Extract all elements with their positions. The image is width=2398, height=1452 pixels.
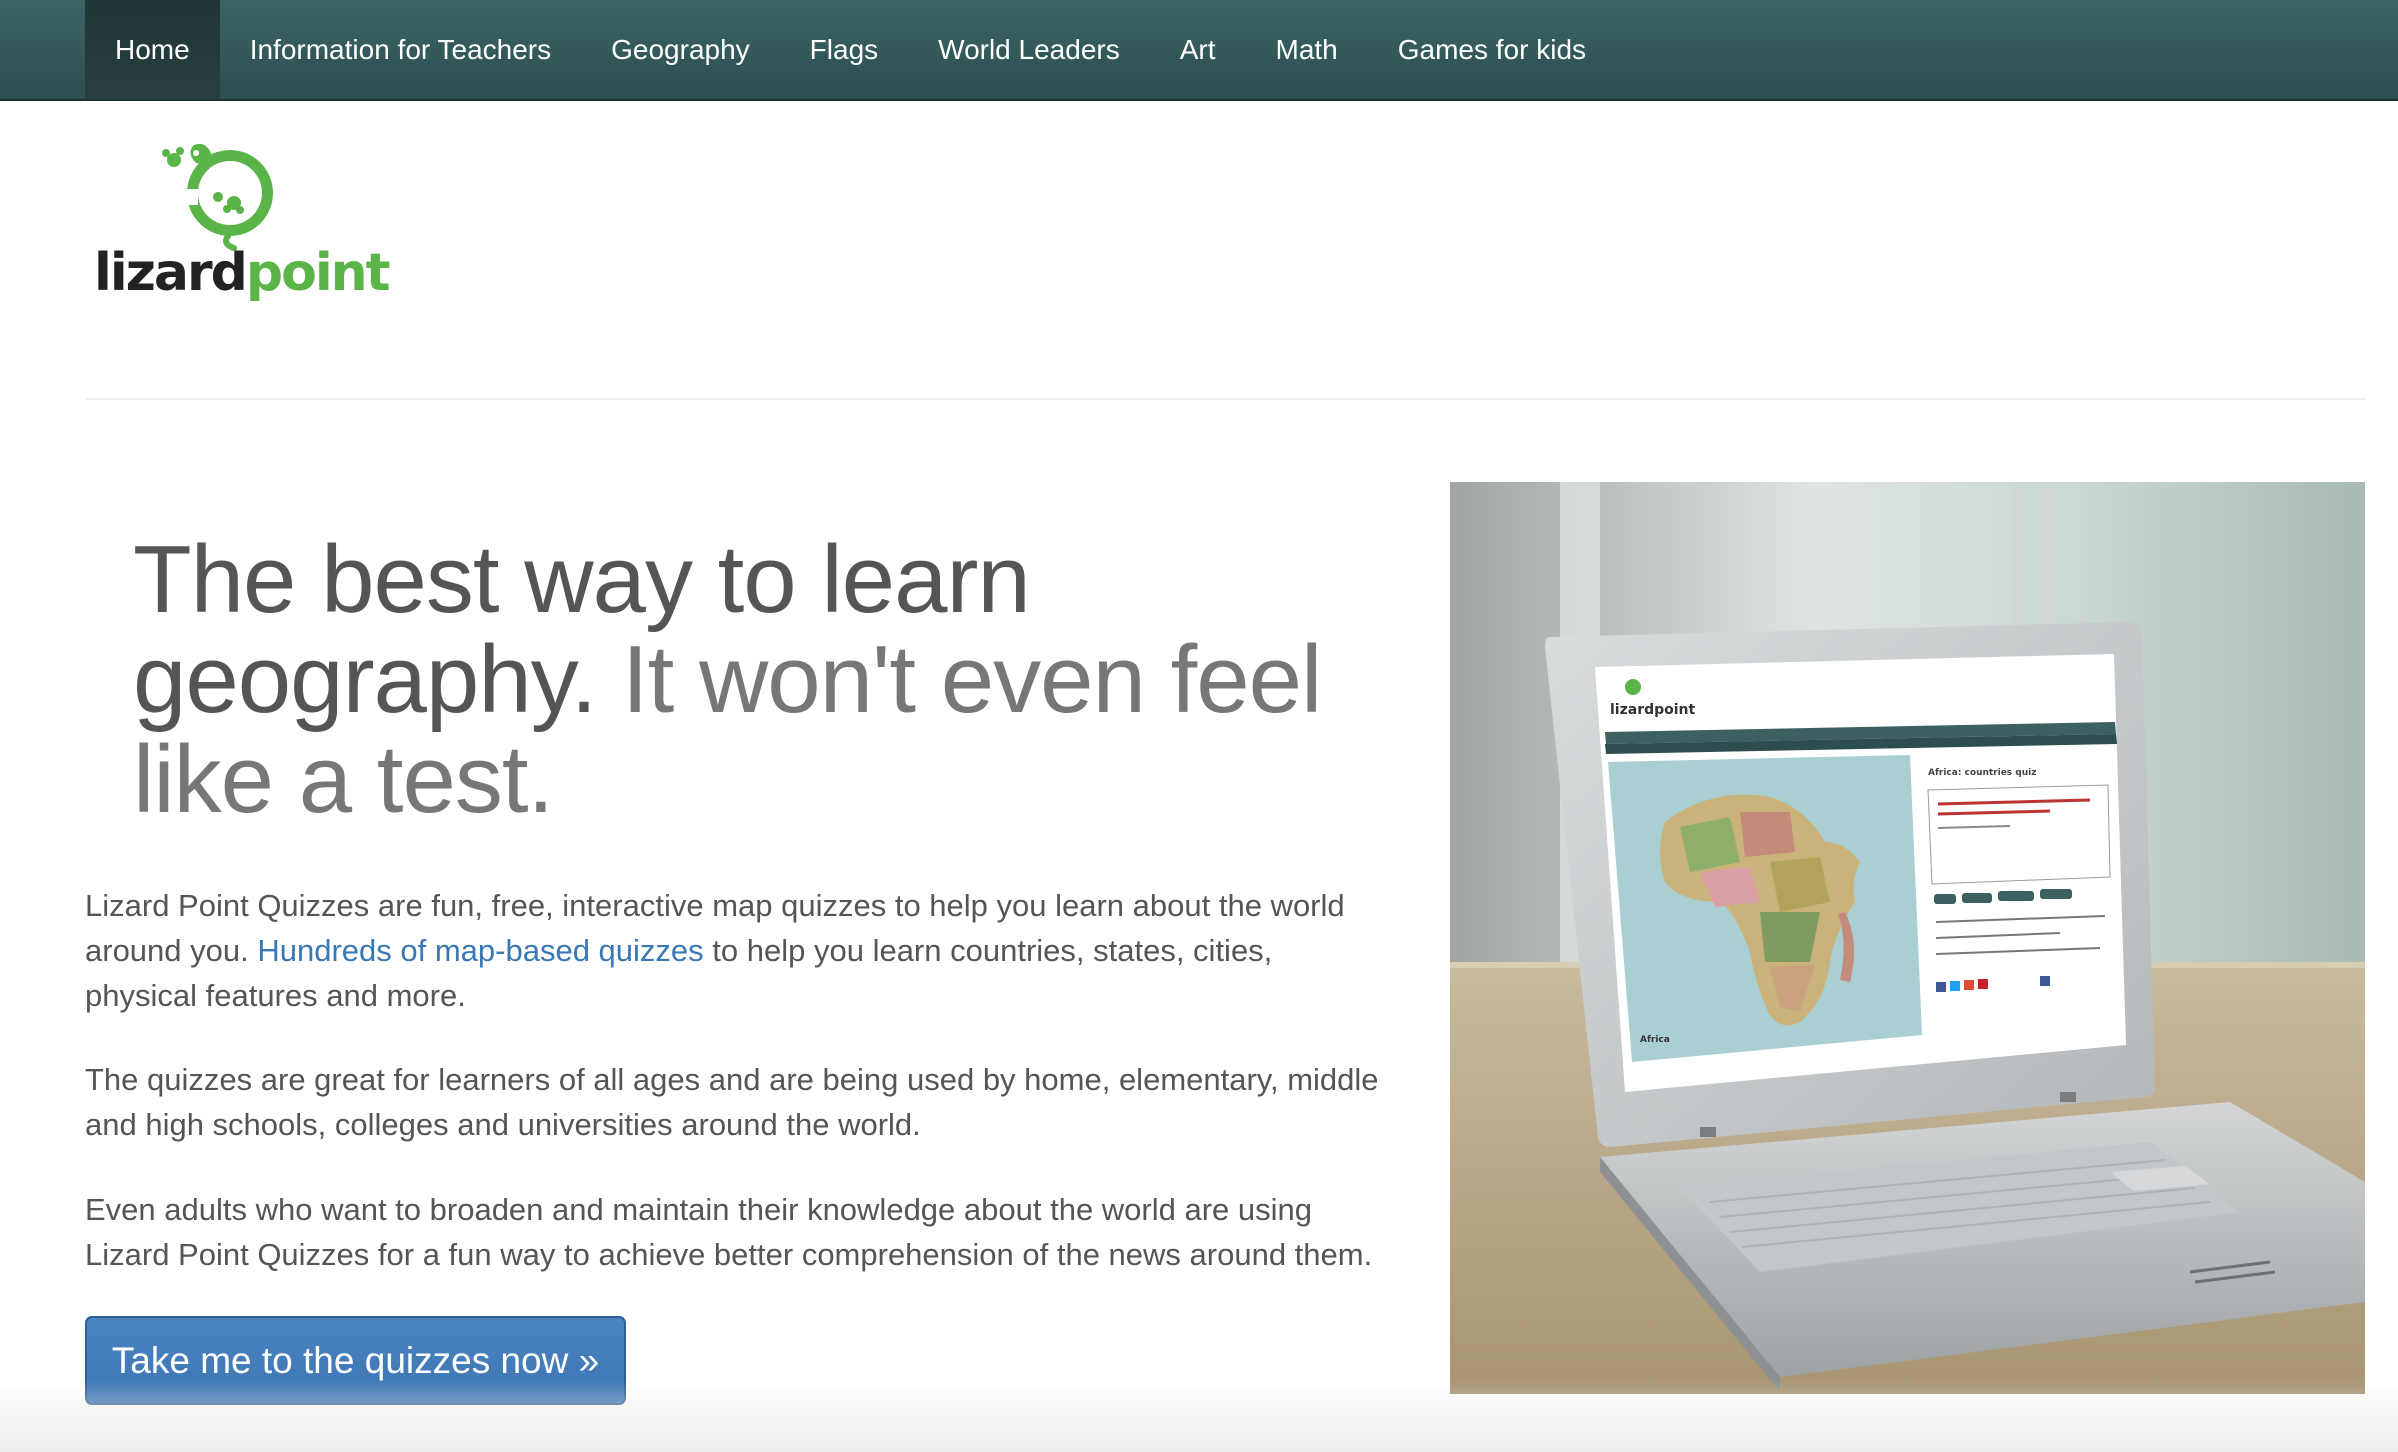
logo-text-dark: lizard bbox=[94, 243, 248, 303]
take-quizzes-button[interactable]: Take me to the quizzes now » bbox=[85, 1316, 626, 1405]
screen-logo-text: lizardpoint bbox=[1610, 702, 1696, 718]
nav-item-flags[interactable]: Flags bbox=[780, 0, 908, 99]
nav-item-world-leaders[interactable]: World Leaders bbox=[908, 0, 1150, 99]
nav-item-games-for-kids[interactable]: Games for kids bbox=[1368, 0, 1616, 99]
nav-item-math[interactable]: Math bbox=[1246, 0, 1368, 99]
site-logo[interactable]: lizardpoint bbox=[92, 143, 391, 323]
map-caption: Africa bbox=[1640, 1035, 1670, 1045]
hero-headline: The best way to learn geography. It won'… bbox=[133, 530, 1353, 830]
logo-text-green: point bbox=[245, 243, 391, 303]
nav-menu: Home Information for Teachers Geography … bbox=[85, 0, 1616, 99]
screen-quiz-title: Africa: countries quiz bbox=[1928, 768, 2036, 778]
hero-photo: lizardpoint Africa Africa: countries qui… bbox=[1450, 482, 2365, 1394]
learners-paragraph: The quizzes are great for learners of al… bbox=[85, 1062, 1379, 1142]
nav-item-geography[interactable]: Geography bbox=[581, 0, 780, 99]
nav-item-home[interactable]: Home bbox=[85, 0, 220, 99]
header-divider bbox=[85, 398, 2365, 400]
intro-paragraph: Lizard Point Quizzes are fun, free, inte… bbox=[85, 883, 1385, 1018]
nav-item-information-for-teachers[interactable]: Information for Teachers bbox=[220, 0, 581, 99]
top-navbar: Home Information for Teachers Geography … bbox=[0, 0, 2398, 101]
adults-paragraph: Even adults who want to broaden and main… bbox=[85, 1192, 1373, 1272]
nav-item-art[interactable]: Art bbox=[1150, 0, 1246, 99]
map-quizzes-link[interactable]: Hundreds of map-based quizzes bbox=[257, 933, 703, 968]
logo-wordmark: lizardpoint bbox=[94, 247, 391, 299]
lizard-icon bbox=[162, 143, 273, 251]
